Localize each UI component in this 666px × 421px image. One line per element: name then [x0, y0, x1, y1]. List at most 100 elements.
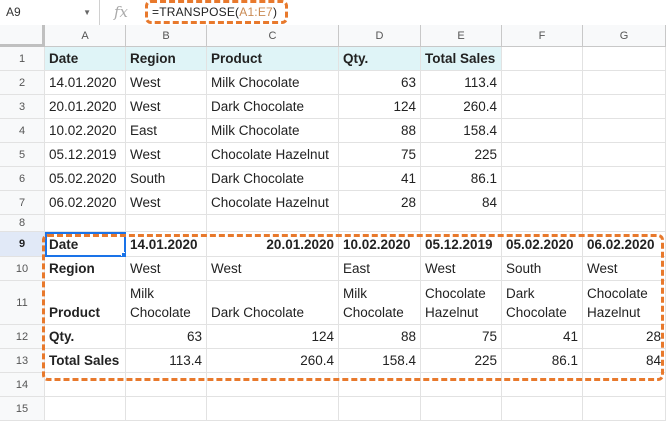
cell-e15[interactable] — [421, 397, 502, 421]
cell-c14[interactable] — [207, 373, 339, 397]
cell-a5[interactable]: 05.12.2019 — [45, 143, 126, 167]
row-header-3[interactable]: 3 — [0, 95, 45, 119]
cell-d4[interactable]: 88 — [339, 119, 421, 143]
col-header-d[interactable]: D — [339, 25, 421, 47]
col-header-e[interactable]: E — [421, 25, 502, 47]
cell-e6[interactable]: 86.1 — [421, 167, 502, 191]
cell-c12[interactable]: 124 — [207, 325, 339, 349]
cell-f14[interactable] — [502, 373, 583, 397]
cell-b3[interactable]: West — [126, 95, 207, 119]
cell-e4[interactable]: 158.4 — [421, 119, 502, 143]
cell-a11[interactable]: Product — [45, 281, 126, 325]
row-header-9[interactable]: 9 — [0, 232, 45, 257]
row-header-8[interactable]: 8 — [0, 215, 45, 232]
row-header-5[interactable]: 5 — [0, 143, 45, 167]
cell-c2[interactable]: Milk Chocolate — [207, 71, 339, 95]
cell-g1[interactable] — [583, 47, 666, 71]
cell-a6[interactable]: 05.02.2020 — [45, 167, 126, 191]
cell-b11[interactable]: Milk Chocolate — [126, 281, 207, 325]
cell-a2[interactable]: 14.01.2020 — [45, 71, 126, 95]
row-header-4[interactable]: 4 — [0, 119, 45, 143]
cell-c8[interactable] — [207, 215, 339, 232]
cell-a1[interactable]: Date — [45, 47, 126, 71]
cell-c3[interactable]: Dark Chocolate — [207, 95, 339, 119]
cell-e2[interactable]: 113.4 — [421, 71, 502, 95]
cell-c7[interactable]: Chocolate Hazelnut — [207, 191, 339, 215]
cell-f8[interactable] — [502, 215, 583, 232]
cell-b15[interactable] — [126, 397, 207, 421]
cell-c5[interactable]: Chocolate Hazelnut — [207, 143, 339, 167]
cell-e10[interactable]: West — [421, 257, 502, 281]
row-header-14[interactable]: 14 — [0, 373, 45, 397]
row-header-2[interactable]: 2 — [0, 71, 45, 95]
cell-a13[interactable]: Total Sales — [45, 349, 126, 373]
cell-f9[interactable]: 05.02.2020 — [502, 232, 583, 257]
cell-c15[interactable] — [207, 397, 339, 421]
cell-b8[interactable] — [126, 215, 207, 232]
cell-b5[interactable]: West — [126, 143, 207, 167]
cell-e13[interactable]: 225 — [421, 349, 502, 373]
cell-c11[interactable]: Dark Chocolate — [207, 281, 339, 325]
cell-b9[interactable]: 14.01.2020 — [126, 232, 207, 257]
cell-a8[interactable] — [45, 215, 126, 232]
cell-e1[interactable]: Total Sales — [421, 47, 502, 71]
cell-b12[interactable]: 63 — [126, 325, 207, 349]
cell-g3[interactable] — [583, 95, 666, 119]
cell-d11[interactable]: Milk Chocolate — [339, 281, 421, 325]
cell-d8[interactable] — [339, 215, 421, 232]
cell-e7[interactable]: 84 — [421, 191, 502, 215]
cell-d6[interactable]: 41 — [339, 167, 421, 191]
cell-a12[interactable]: Qty. — [45, 325, 126, 349]
cell-f4[interactable] — [502, 119, 583, 143]
cell-c13[interactable]: 260.4 — [207, 349, 339, 373]
cell-g9[interactable]: 06.02.2020 — [583, 232, 666, 257]
cell-g7[interactable] — [583, 191, 666, 215]
cell-g11[interactable]: Chocolate Hazelnut — [583, 281, 666, 325]
row-header-1[interactable]: 1 — [0, 47, 45, 71]
row-header-11[interactable]: 11 — [0, 281, 45, 325]
col-header-b[interactable]: B — [126, 25, 207, 47]
chevron-down-icon[interactable]: ▼ — [83, 0, 91, 25]
cell-d3[interactable]: 124 — [339, 95, 421, 119]
cell-b13[interactable]: 113.4 — [126, 349, 207, 373]
cell-c10[interactable]: West — [207, 257, 339, 281]
cell-g8[interactable] — [583, 215, 666, 232]
cell-g10[interactable]: West — [583, 257, 666, 281]
name-box[interactable]: A9 ▼ — [0, 0, 100, 25]
col-header-c[interactable]: C — [207, 25, 339, 47]
cell-f10[interactable]: South — [502, 257, 583, 281]
cell-f15[interactable] — [502, 397, 583, 421]
formula-input[interactable]: =TRANSPOSE(A1:E7) — [152, 0, 277, 25]
cell-b6[interactable]: South — [126, 167, 207, 191]
col-header-f[interactable]: F — [502, 25, 583, 47]
row-header-6[interactable]: 6 — [0, 167, 45, 191]
cell-g14[interactable] — [583, 373, 666, 397]
cell-f6[interactable] — [502, 167, 583, 191]
cell-e8[interactable] — [421, 215, 502, 232]
cell-d12[interactable]: 88 — [339, 325, 421, 349]
row-header-10[interactable]: 10 — [0, 257, 45, 281]
cell-f2[interactable] — [502, 71, 583, 95]
cell-d1[interactable]: Qty. — [339, 47, 421, 71]
cell-a3[interactable]: 20.01.2020 — [45, 95, 126, 119]
cell-c9[interactable]: 20.01.2020 — [207, 232, 339, 257]
cell-f1[interactable] — [502, 47, 583, 71]
col-header-a[interactable]: A — [45, 25, 126, 47]
cell-a15[interactable] — [45, 397, 126, 421]
cell-g13[interactable]: 84 — [583, 349, 666, 373]
cell-f12[interactable]: 41 — [502, 325, 583, 349]
cell-f7[interactable] — [502, 191, 583, 215]
row-header-13[interactable]: 13 — [0, 349, 45, 373]
cell-b7[interactable]: West — [126, 191, 207, 215]
cell-a9[interactable]: Date — [45, 232, 126, 257]
cell-e11[interactable]: Chocolate Hazelnut — [421, 281, 502, 325]
row-header-7[interactable]: 7 — [0, 191, 45, 215]
cell-a10[interactable]: Region — [45, 257, 126, 281]
cell-b1[interactable]: Region — [126, 47, 207, 71]
cell-d7[interactable]: 28 — [339, 191, 421, 215]
cell-c1[interactable]: Product — [207, 47, 339, 71]
cell-e5[interactable]: 225 — [421, 143, 502, 167]
cell-c4[interactable]: Milk Chocolate — [207, 119, 339, 143]
cell-g2[interactable] — [583, 71, 666, 95]
cell-a14[interactable] — [45, 373, 126, 397]
